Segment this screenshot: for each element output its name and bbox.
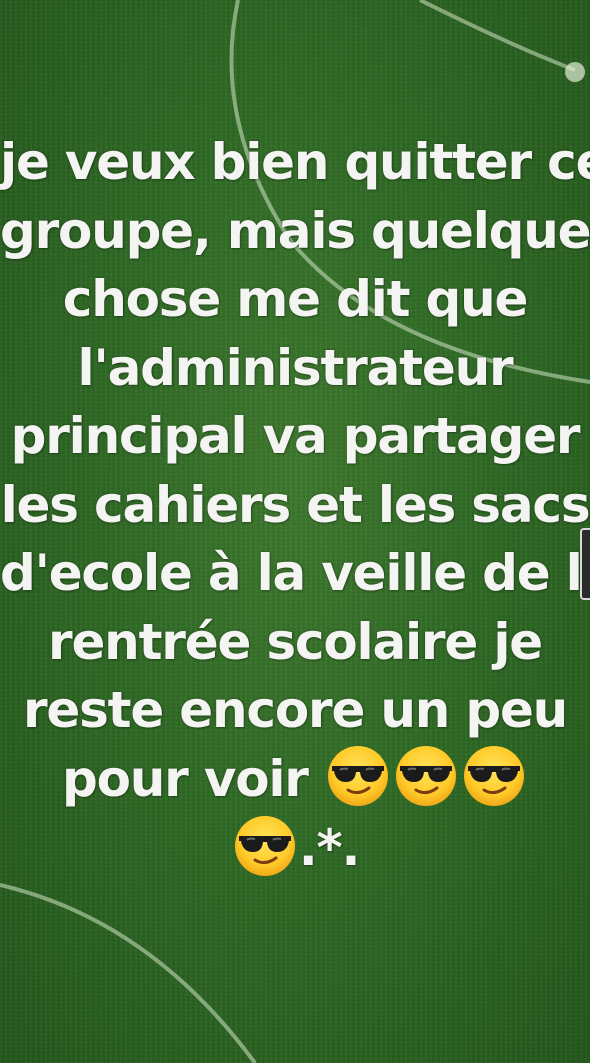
- post-background: je veux bien quitter ce groupe, mais que…: [0, 0, 590, 1063]
- field-spot: [565, 62, 585, 82]
- message-line-3: chose me dit que: [62, 270, 529, 328]
- message-line-4: l'administrateur: [77, 338, 514, 397]
- message-line-5: principal va partager: [10, 407, 581, 465]
- message-line-10-text: pour voir: [62, 749, 309, 808]
- side-panel-handle[interactable]: [580, 528, 590, 600]
- message-line-1: je veux bien quitter ce: [0, 133, 590, 191]
- message-line-7: d'ecole à la veille de la: [0, 544, 590, 602]
- field-line-top-right: [419, 0, 576, 72]
- smiling-face-with-sunglasses-icon: [394, 744, 458, 808]
- message-line-11: .*.: [0, 814, 590, 884]
- message-line-9: reste encore un peu: [22, 681, 568, 739]
- message-line-8: rentrée scolaire je: [48, 612, 543, 671]
- emoji-group-line-11: [231, 815, 299, 877]
- smiling-face-with-sunglasses-icon: [233, 814, 297, 878]
- message-line-2: groupe, mais quelque: [0, 201, 590, 260]
- post-message: je veux bien quitter ce groupe, mais que…: [0, 128, 590, 884]
- smiling-face-with-sunglasses-icon: [462, 744, 526, 808]
- smiling-face-with-sunglasses-icon: [326, 744, 390, 808]
- field-arc-bottom-left: [0, 883, 257, 1063]
- message-line-11-suffix: .*.: [298, 819, 361, 877]
- emoji-group-line-10: [324, 746, 528, 808]
- message-line-10: pour voir: [0, 745, 590, 815]
- message-line-6: les cahiers et les sacs: [0, 475, 590, 534]
